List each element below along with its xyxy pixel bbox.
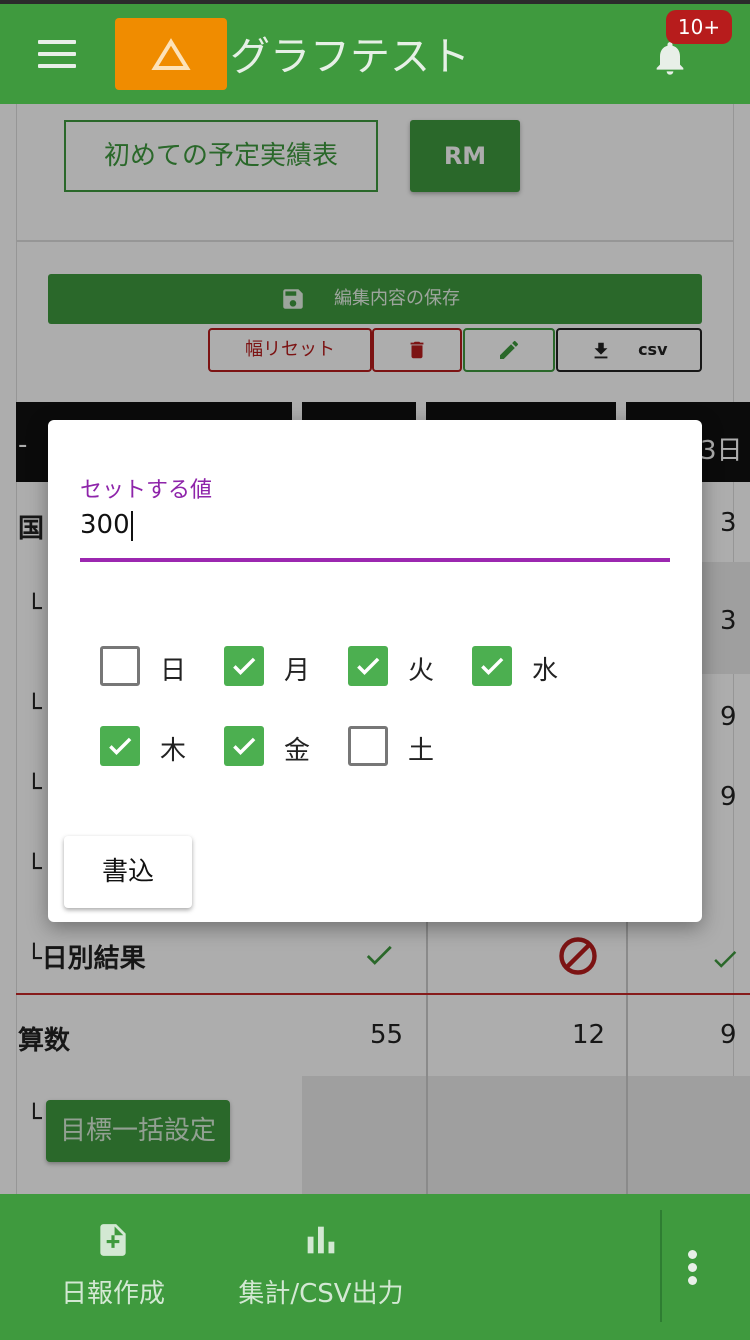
file-plus-icon xyxy=(100,1224,126,1256)
nav-summary-csv[interactable]: 集計/CSV出力 xyxy=(226,1218,416,1310)
checkbox-label-sunday: 日 xyxy=(160,656,187,686)
write-button[interactable]: 書込 xyxy=(64,836,192,908)
value-input-underline xyxy=(80,558,670,562)
checkbox-label-friday: 金 xyxy=(284,736,311,766)
checkbox-label-tuesday: 火 xyxy=(408,656,435,686)
nav-daily-report-label: 日報作成 xyxy=(60,1279,165,1309)
checkbox-sunday[interactable] xyxy=(100,646,140,686)
nav-summary-csv-label: 集計/CSV出力 xyxy=(238,1279,404,1309)
set-value-dialog: セットする値 300 日 月 火 水 木 金 土 書込 xyxy=(48,420,702,922)
checkbox-label-thursday: 木 xyxy=(160,736,187,766)
value-field-label: セットする値 xyxy=(80,478,213,503)
checkbox-tuesday[interactable] xyxy=(348,646,388,686)
bell-icon[interactable] xyxy=(650,38,690,78)
checkbox-label-wednesday: 水 xyxy=(532,656,559,686)
more-vertical-icon[interactable] xyxy=(688,1250,700,1286)
bar-chart-icon xyxy=(307,1226,335,1254)
menu-icon[interactable] xyxy=(38,40,76,68)
app-bar: グラフテスト 10+ xyxy=(0,0,750,104)
bottom-navigation: 日報作成 集計/CSV出力 xyxy=(0,1194,750,1340)
checkbox-saturday[interactable] xyxy=(348,726,388,766)
checkbox-thursday[interactable] xyxy=(100,726,140,766)
nav-daily-report[interactable]: 日報作成 xyxy=(50,1218,176,1310)
nav-separator xyxy=(660,1210,662,1322)
value-input[interactable]: 300 xyxy=(80,510,133,541)
notification-badge: 10+ xyxy=(666,10,732,44)
checkbox-monday[interactable] xyxy=(224,646,264,686)
checkbox-label-monday: 月 xyxy=(284,656,311,686)
triangle-icon xyxy=(151,38,191,70)
checkbox-wednesday[interactable] xyxy=(472,646,512,686)
checkbox-label-saturday: 土 xyxy=(408,736,435,766)
app-logo[interactable] xyxy=(115,18,227,90)
checkbox-friday[interactable] xyxy=(224,726,264,766)
app-title: グラフテスト xyxy=(230,34,470,80)
